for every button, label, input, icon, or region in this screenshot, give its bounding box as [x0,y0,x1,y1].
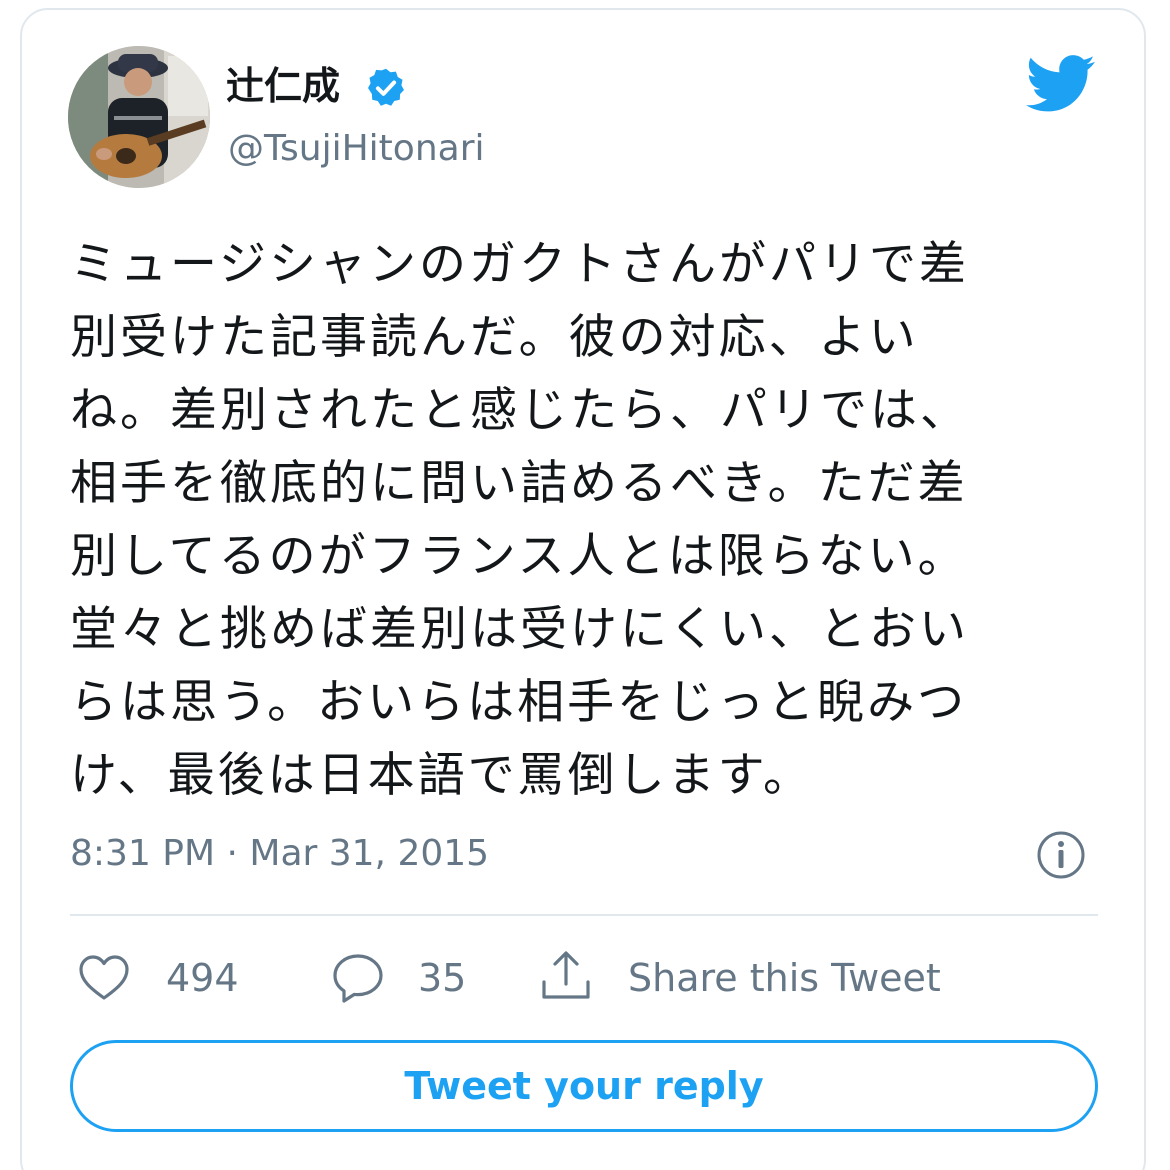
divider [70,914,1098,916]
info-icon[interactable] [1036,830,1086,880]
avatar-photo [68,46,210,188]
tweet-text: ミュージシャンのガクトさんがパリで差 別受けた記事読んだ。彼の対応、よい ね。差… [70,237,970,803]
display-name[interactable]: 辻仁成 [226,60,340,112]
share-icon[interactable] [538,948,594,1004]
reply-bubble-icon[interactable] [330,950,386,1006]
like-count[interactable]: 494 [166,952,239,1004]
heart-icon[interactable] [76,950,132,1006]
user-handle[interactable]: @TsujiHitonari [228,124,485,174]
avatar[interactable] [68,46,210,188]
share-button[interactable]: Share this Tweet [628,952,941,1004]
tweet-reply-button[interactable]: Tweet your reply [70,1040,1098,1132]
twitter-bird-icon[interactable] [1026,54,1096,114]
reply-count[interactable]: 35 [418,952,466,1004]
tweet-timestamp[interactable]: 8:31 PM · Mar 31, 2015 [70,828,489,880]
verified-badge-icon [368,68,404,106]
